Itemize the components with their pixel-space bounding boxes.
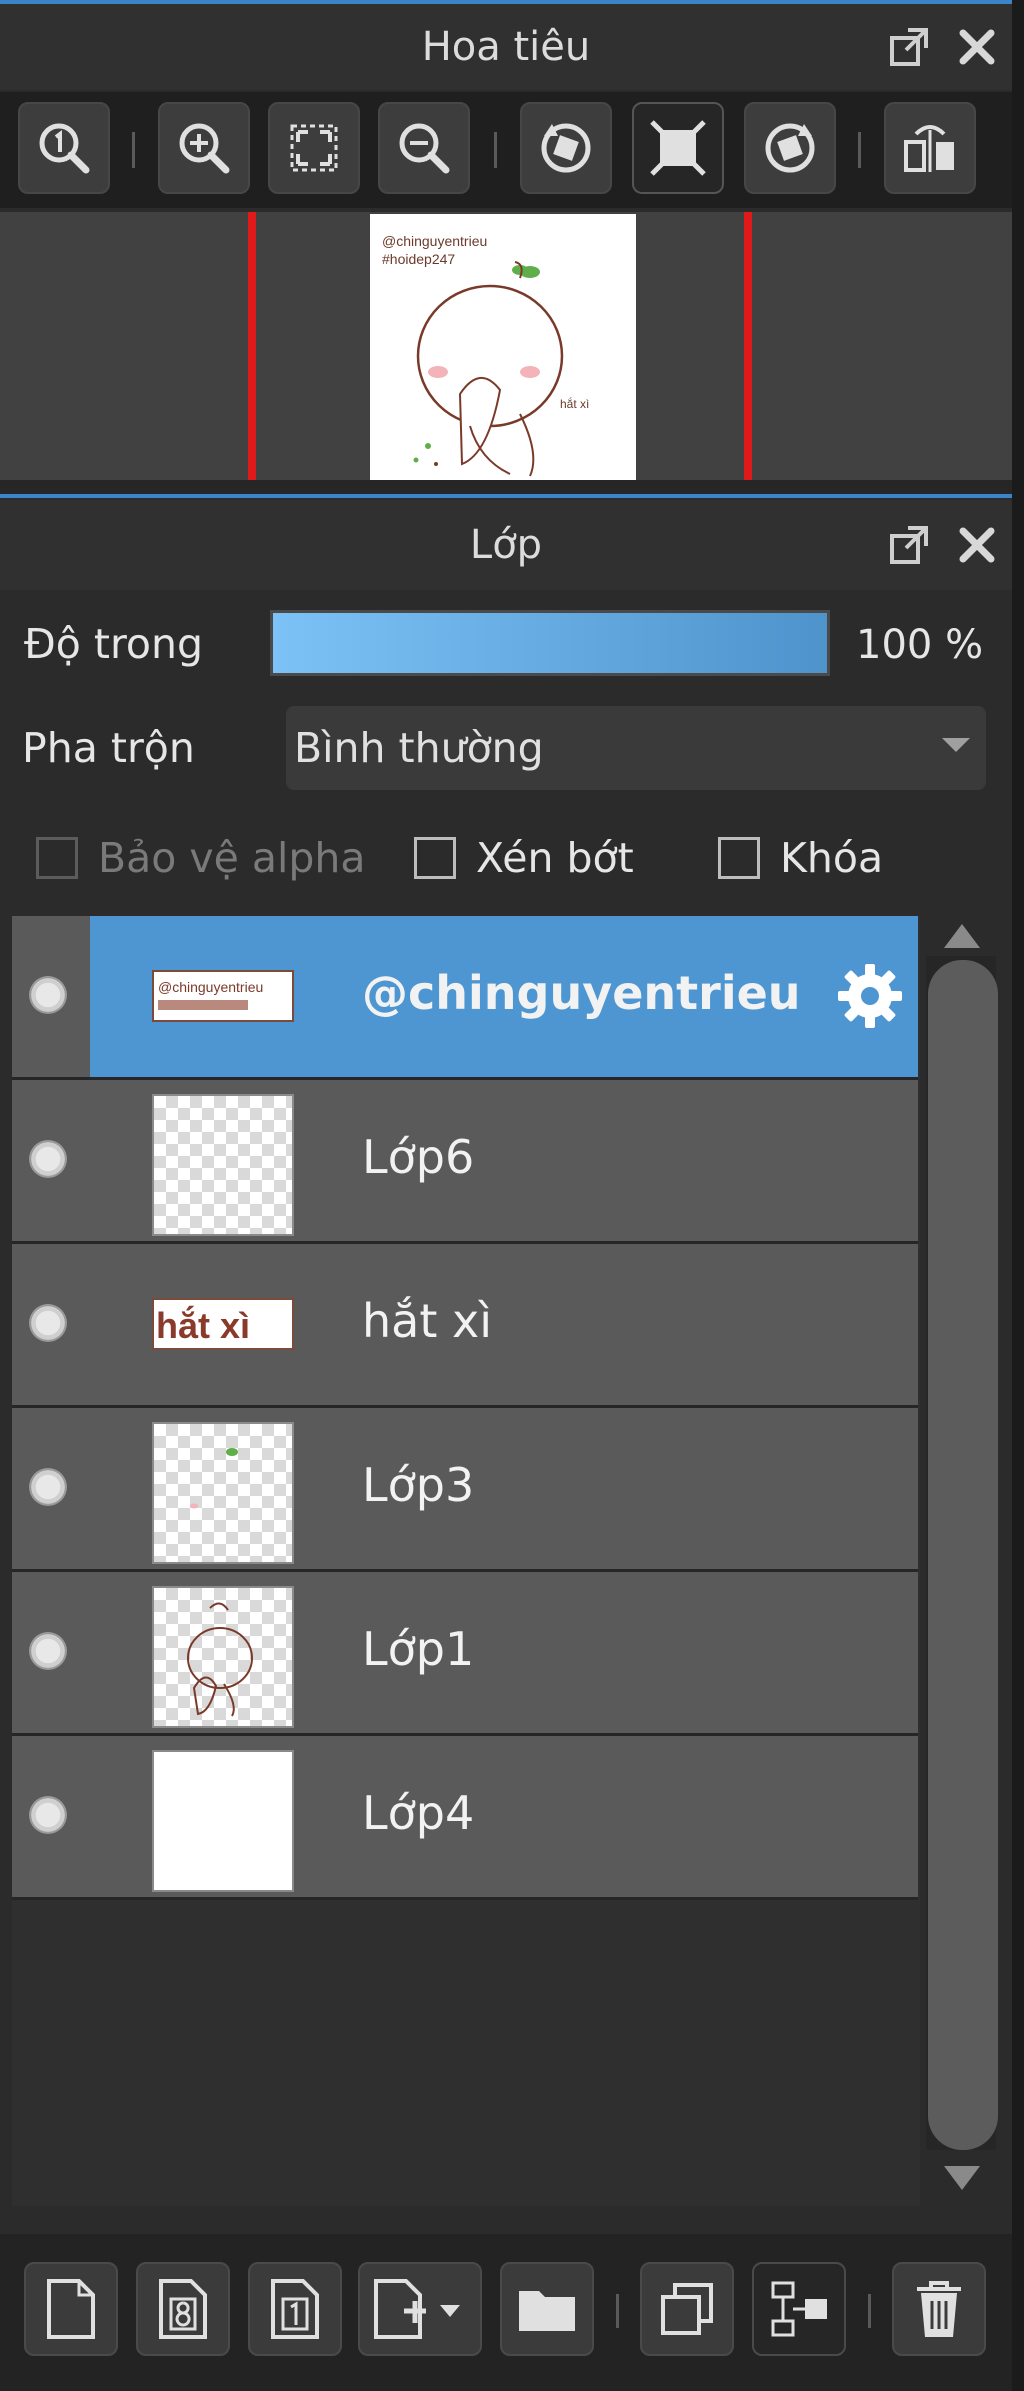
layer-name[interactable]: Lớp6 (362, 1130, 474, 1184)
layer-thumbnail (152, 1422, 294, 1564)
layer-row[interactable]: @chinguyentrieu @chinguyentrieu (12, 916, 918, 1080)
chevron-down-icon (942, 738, 970, 752)
lock-label[interactable]: Khóa (780, 834, 883, 882)
blend-label: Pha trộn (22, 724, 195, 772)
visibility-column (12, 1080, 90, 1241)
thumb-text: hắt xì (156, 1304, 250, 1346)
blend-mode-value: Bình thường (294, 724, 544, 772)
visibility-column (12, 1736, 90, 1897)
layer-list: @chinguyentrieu @chinguyentrieu Lớp6 hắt… (12, 916, 920, 2206)
viewport-marker-right (744, 212, 752, 480)
layer-thumbnail (152, 1586, 294, 1728)
protect-alpha-option: Bảo vệ alpha (36, 830, 366, 886)
opacity-slider[interactable] (270, 610, 830, 676)
rotate-right-icon[interactable] (744, 102, 836, 194)
layer-row[interactable]: Lớp4 (12, 1736, 918, 1900)
new-8bit-layer-icon[interactable] (136, 2262, 230, 2356)
opacity-label: Độ trong (24, 620, 204, 668)
preview-text-2: #hoidep247 (382, 251, 455, 267)
popout-icon[interactable] (886, 24, 932, 70)
duplicate-layer-icon[interactable] (640, 2262, 734, 2356)
protect-alpha-checkbox (36, 837, 78, 879)
layer-name[interactable]: hắt xì (362, 1294, 492, 1348)
clipping-option[interactable]: Xén bớt (414, 830, 634, 886)
thumb-text: @chinguyentrieu (158, 979, 263, 995)
layers-title: Lớp (469, 522, 543, 568)
visibility-toggle-icon[interactable] (29, 1140, 67, 1178)
visibility-column (12, 1572, 90, 1733)
panel-splitter[interactable] (0, 480, 1012, 494)
scroll-down-icon[interactable] (944, 2166, 980, 2190)
toolbar-separator (616, 2294, 619, 2328)
toolbar-separator (494, 132, 497, 168)
window-edge (1012, 0, 1024, 2391)
layer-row[interactable]: hắt xì hắt xì (12, 1244, 918, 1408)
visibility-column (12, 916, 90, 1077)
delete-layer-icon[interactable] (892, 2262, 986, 2356)
flip-horizontal-icon[interactable] (884, 102, 976, 194)
layer-name[interactable]: Lớp1 (362, 1622, 474, 1676)
new-1bit-layer-icon[interactable] (248, 2262, 342, 2356)
toolbar-separator (868, 2294, 871, 2328)
visibility-toggle-icon[interactable] (29, 976, 67, 1014)
visibility-toggle-icon[interactable] (29, 1632, 67, 1670)
toolbar-separator (858, 132, 861, 168)
clipping-checkbox[interactable] (414, 837, 456, 879)
visibility-column (12, 1244, 90, 1405)
rotate-left-icon[interactable] (520, 102, 612, 194)
layer-row[interactable]: Lớp3 (12, 1408, 918, 1572)
layer-thumbnail: @chinguyentrieu (152, 970, 294, 1022)
layer-name[interactable]: Lớp3 (362, 1458, 474, 1512)
viewport-marker-left (248, 212, 256, 480)
layer-list-scrollbar[interactable] (922, 916, 1002, 2206)
merge-down-icon[interactable] (752, 2262, 846, 2356)
gear-icon[interactable] (832, 958, 908, 1034)
lock-checkbox[interactable] (718, 837, 760, 879)
navigator-title-bar: Hoa tiêu (0, 4, 1012, 90)
lock-option[interactable]: Khóa (718, 830, 883, 886)
layer-toolbar (0, 2234, 1012, 2391)
add-layer-menu-icon[interactable] (358, 2262, 482, 2356)
navigator-title: Hoa tiêu (421, 24, 591, 70)
close-icon[interactable] (954, 522, 1000, 568)
visibility-toggle-icon[interactable] (29, 1796, 67, 1834)
layer-thumbnail (152, 1750, 294, 1892)
layer-name[interactable]: @chinguyentrieu (362, 966, 801, 1020)
zoom-out-icon[interactable] (378, 102, 470, 194)
fit-screen-icon[interactable] (268, 102, 360, 194)
preview-caption: hắt xì (560, 396, 589, 411)
close-icon[interactable] (954, 24, 1000, 70)
clipping-label[interactable]: Xén bớt (476, 834, 634, 882)
visibility-toggle-icon[interactable] (29, 1304, 67, 1342)
scroll-thumb[interactable] (928, 960, 998, 2150)
canvas-thumbnail: @chinguyentrieu #hoidep247 hắt xì (370, 214, 636, 480)
navigator-toolbar (0, 92, 1012, 208)
new-folder-icon[interactable] (500, 2262, 594, 2356)
layers-title-bar: Lớp (0, 500, 1012, 590)
preview-text-1: @chinguyentrieu (382, 233, 487, 249)
panel-splitter-accent (0, 494, 1012, 498)
visibility-toggle-icon[interactable] (29, 1468, 67, 1506)
visibility-column (12, 1408, 90, 1569)
scroll-up-icon[interactable] (944, 924, 980, 948)
protect-alpha-label: Bảo vệ alpha (98, 834, 366, 882)
zoom-in-icon[interactable] (158, 102, 250, 194)
layer-row[interactable]: Lớp1 (12, 1572, 918, 1736)
navigator-preview[interactable]: @chinguyentrieu #hoidep247 hắt xì (0, 212, 1012, 480)
layer-name[interactable]: Lớp4 (362, 1786, 474, 1840)
layer-thumbnail (152, 1094, 294, 1236)
opacity-value: 100 % (856, 622, 984, 668)
blend-mode-select[interactable]: Bình thường (286, 706, 986, 790)
new-layer-icon[interactable] (24, 2262, 118, 2356)
popout-icon[interactable] (886, 522, 932, 568)
zoom-actual-icon[interactable] (18, 102, 110, 194)
layer-row[interactable]: Lớp6 (12, 1080, 918, 1244)
toolbar-separator (132, 132, 135, 168)
layer-thumbnail: hắt xì (152, 1298, 294, 1350)
layer-panel-window: Hoa tiêu @chinguyentrieu #hoidep247 hắt … (0, 0, 1024, 2391)
fit-canvas-icon[interactable] (632, 102, 724, 194)
